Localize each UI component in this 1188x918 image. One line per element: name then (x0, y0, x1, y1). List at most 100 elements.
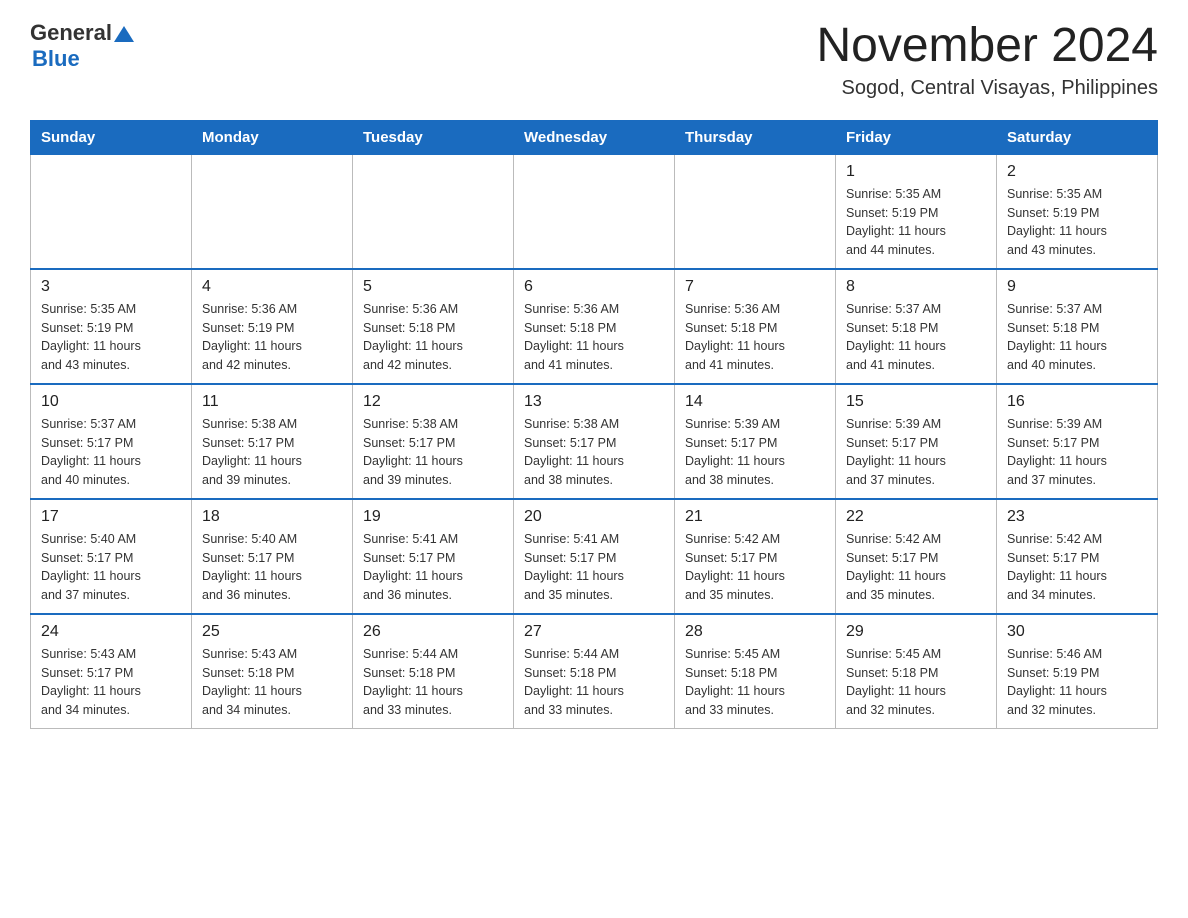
calendar-cell: 24 Sunrise: 5:43 AMSunset: 5:17 PMDayligh… (31, 614, 192, 729)
day-info: Sunrise: 5:42 AMSunset: 5:17 PMDaylight:… (846, 530, 986, 605)
calendar-week-3: 10 Sunrise: 5:37 AMSunset: 5:17 PMDayligh… (31, 384, 1158, 499)
day-number: 16 (1007, 393, 1147, 411)
calendar-week-1: 1 Sunrise: 5:35 AMSunset: 5:19 PMDaylight… (31, 154, 1158, 269)
day-number: 27 (524, 623, 664, 641)
calendar-cell: 23Sunrise: 5:42 AMSunset: 5:17 PMDayligh… (997, 499, 1158, 614)
page-title: November 2024 (816, 20, 1158, 73)
calendar-header-tuesday: Tuesday (353, 120, 514, 154)
day-info: Sunrise: 5:36 AMSunset: 5:19 PMDaylight:… (202, 300, 342, 375)
calendar-table: SundayMondayTuesdayWednesdayThursdayFrid… (30, 120, 1158, 729)
calendar-cell: 3 Sunrise: 5:35 AMSunset: 5:19 PMDaylight… (31, 269, 192, 384)
day-number: 7 (685, 278, 825, 296)
calendar-cell: 25 Sunrise: 5:43 AMSunset: 5:18 PMDayligh… (192, 614, 353, 729)
day-number: 3 (41, 278, 181, 296)
calendar-header-monday: Monday (192, 120, 353, 154)
calendar-header-row: SundayMondayTuesdayWednesdayThursdayFrid… (31, 120, 1158, 154)
logo-blue-text: Blue (32, 46, 80, 72)
day-info: Sunrise: 5:36 AMSunset: 5:18 PMDaylight:… (363, 300, 503, 375)
calendar-cell (514, 154, 675, 269)
calendar-cell: 19 Sunrise: 5:41 AMSunset: 5:17 PMDayligh… (353, 499, 514, 614)
day-info: Sunrise: 5:35 AMSunset: 5:19 PMDaylight:… (41, 300, 181, 375)
calendar-cell: 14Sunrise: 5:39 AMSunset: 5:17 PMDayligh… (675, 384, 836, 499)
day-number: 13 (524, 393, 664, 411)
logo-general-text: General (30, 20, 112, 46)
day-info: Sunrise: 5:44 AMSunset: 5:18 PMDaylight:… (524, 645, 664, 720)
calendar-cell: 4 Sunrise: 5:36 AMSunset: 5:19 PMDaylight… (192, 269, 353, 384)
calendar-cell: 20 Sunrise: 5:41 AMSunset: 5:17 PMDayligh… (514, 499, 675, 614)
calendar-week-2: 3 Sunrise: 5:35 AMSunset: 5:19 PMDaylight… (31, 269, 1158, 384)
day-info: Sunrise: 5:37 AMSunset: 5:18 PMDaylight:… (1007, 300, 1147, 375)
calendar-cell: 6Sunrise: 5:36 AMSunset: 5:18 PMDaylight… (514, 269, 675, 384)
day-number: 25 (202, 623, 342, 641)
logo-triangle-icon (114, 24, 134, 42)
day-info: Sunrise: 5:39 AMSunset: 5:17 PMDaylight:… (846, 415, 986, 490)
page-header: General Blue November 2024 Sogod, Centra… (30, 20, 1158, 100)
day-info: Sunrise: 5:42 AMSunset: 5:17 PMDaylight:… (685, 530, 825, 605)
calendar-cell: 9 Sunrise: 5:37 AMSunset: 5:18 PMDaylight… (997, 269, 1158, 384)
day-info: Sunrise: 5:38 AMSunset: 5:17 PMDaylight:… (524, 415, 664, 490)
day-info: Sunrise: 5:45 AMSunset: 5:18 PMDaylight:… (685, 645, 825, 720)
day-number: 20 (524, 508, 664, 526)
day-number: 21 (685, 508, 825, 526)
calendar-cell: 13 Sunrise: 5:38 AMSunset: 5:17 PMDayligh… (514, 384, 675, 499)
calendar-cell: 17Sunrise: 5:40 AMSunset: 5:17 PMDayligh… (31, 499, 192, 614)
day-number: 29 (846, 623, 986, 641)
calendar-cell: 15 Sunrise: 5:39 AMSunset: 5:17 PMDayligh… (836, 384, 997, 499)
logo: General Blue (30, 20, 134, 72)
calendar-cell: 28 Sunrise: 5:45 AMSunset: 5:18 PMDayligh… (675, 614, 836, 729)
day-number: 10 (41, 393, 181, 411)
day-info: Sunrise: 5:39 AMSunset: 5:17 PMDaylight:… (1007, 415, 1147, 490)
day-number: 2 (1007, 163, 1147, 181)
day-number: 28 (685, 623, 825, 641)
calendar-cell: 29Sunrise: 5:45 AMSunset: 5:18 PMDayligh… (836, 614, 997, 729)
day-info: Sunrise: 5:36 AMSunset: 5:18 PMDaylight:… (524, 300, 664, 375)
day-number: 8 (846, 278, 986, 296)
day-number: 4 (202, 278, 342, 296)
day-info: Sunrise: 5:44 AMSunset: 5:18 PMDaylight:… (363, 645, 503, 720)
calendar-cell: 18 Sunrise: 5:40 AMSunset: 5:17 PMDayligh… (192, 499, 353, 614)
calendar-header-friday: Friday (836, 120, 997, 154)
day-number: 15 (846, 393, 986, 411)
calendar-cell: 1 Sunrise: 5:35 AMSunset: 5:19 PMDaylight… (836, 154, 997, 269)
calendar-header-wednesday: Wednesday (514, 120, 675, 154)
calendar-cell: 7 Sunrise: 5:36 AMSunset: 5:18 PMDaylight… (675, 269, 836, 384)
day-info: Sunrise: 5:41 AMSunset: 5:17 PMDaylight:… (524, 530, 664, 605)
calendar-header-saturday: Saturday (997, 120, 1158, 154)
day-number: 30 (1007, 623, 1147, 641)
day-info: Sunrise: 5:37 AMSunset: 5:17 PMDaylight:… (41, 415, 181, 490)
day-info: Sunrise: 5:37 AMSunset: 5:18 PMDaylight:… (846, 300, 986, 375)
day-info: Sunrise: 5:35 AMSunset: 5:19 PMDaylight:… (846, 185, 986, 260)
day-number: 26 (363, 623, 503, 641)
day-info: Sunrise: 5:46 AMSunset: 5:19 PMDaylight:… (1007, 645, 1147, 720)
day-number: 5 (363, 278, 503, 296)
day-info: Sunrise: 5:40 AMSunset: 5:17 PMDaylight:… (41, 530, 181, 605)
day-number: 19 (363, 508, 503, 526)
day-number: 11 (202, 393, 342, 411)
calendar-header-sunday: Sunday (31, 120, 192, 154)
page-subtitle: Sogod, Central Visayas, Philippines (816, 77, 1158, 100)
day-number: 1 (846, 163, 986, 181)
day-info: Sunrise: 5:42 AMSunset: 5:17 PMDaylight:… (1007, 530, 1147, 605)
calendar-week-5: 24 Sunrise: 5:43 AMSunset: 5:17 PMDayligh… (31, 614, 1158, 729)
day-number: 9 (1007, 278, 1147, 296)
calendar-cell: 27 Sunrise: 5:44 AMSunset: 5:18 PMDayligh… (514, 614, 675, 729)
title-section: November 2024 Sogod, Central Visayas, Ph… (816, 20, 1158, 100)
day-info: Sunrise: 5:38 AMSunset: 5:17 PMDaylight:… (202, 415, 342, 490)
day-info: Sunrise: 5:43 AMSunset: 5:18 PMDaylight:… (202, 645, 342, 720)
calendar-cell (31, 154, 192, 269)
calendar-cell (353, 154, 514, 269)
day-info: Sunrise: 5:40 AMSunset: 5:17 PMDaylight:… (202, 530, 342, 605)
day-info: Sunrise: 5:35 AMSunset: 5:19 PMDaylight:… (1007, 185, 1147, 260)
calendar-cell: 5 Sunrise: 5:36 AMSunset: 5:18 PMDaylight… (353, 269, 514, 384)
calendar-cell (192, 154, 353, 269)
day-info: Sunrise: 5:41 AMSunset: 5:17 PMDaylight:… (363, 530, 503, 605)
calendar-cell: 11 Sunrise: 5:38 AMSunset: 5:17 PMDayligh… (192, 384, 353, 499)
day-info: Sunrise: 5:43 AMSunset: 5:17 PMDaylight:… (41, 645, 181, 720)
day-info: Sunrise: 5:39 AMSunset: 5:17 PMDaylight:… (685, 415, 825, 490)
day-number: 24 (41, 623, 181, 641)
calendar-week-4: 17Sunrise: 5:40 AMSunset: 5:17 PMDayligh… (31, 499, 1158, 614)
calendar-cell: 12Sunrise: 5:38 AMSunset: 5:17 PMDayligh… (353, 384, 514, 499)
day-number: 18 (202, 508, 342, 526)
calendar-cell: 16 Sunrise: 5:39 AMSunset: 5:17 PMDayligh… (997, 384, 1158, 499)
day-info: Sunrise: 5:36 AMSunset: 5:18 PMDaylight:… (685, 300, 825, 375)
